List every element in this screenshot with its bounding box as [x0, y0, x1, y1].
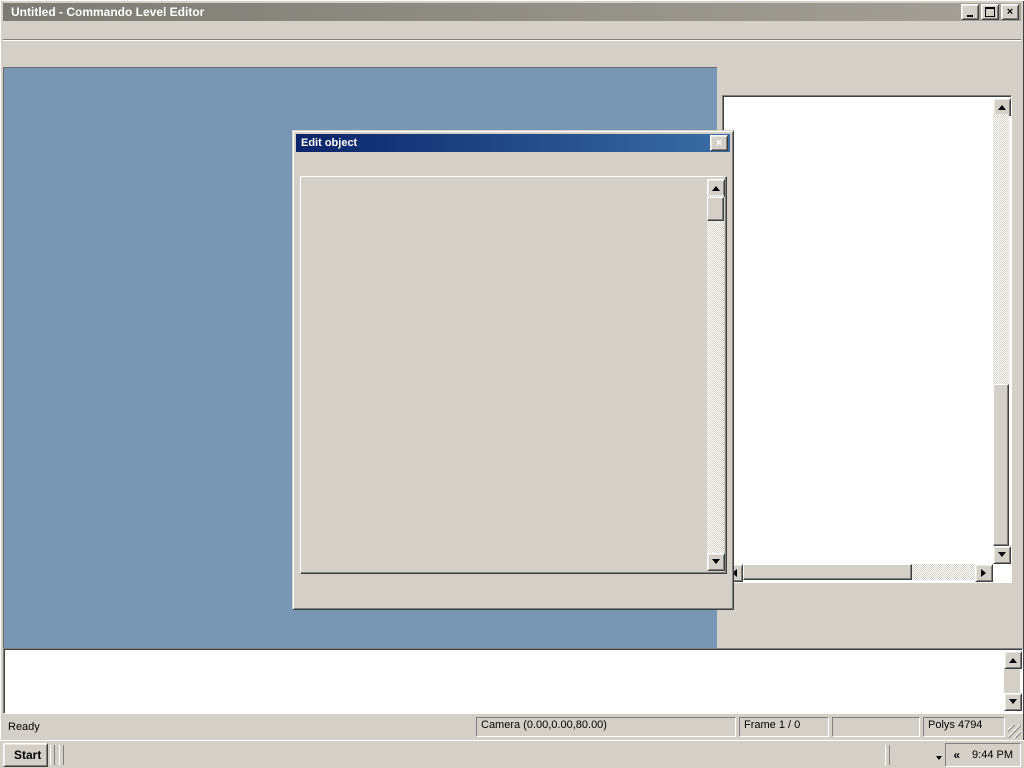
minimize-button[interactable] [961, 4, 979, 20]
taskbar-separator [885, 745, 890, 765]
edit-object-dialog: Edit object × [292, 130, 734, 610]
tray-chevron-icon[interactable]: « [953, 748, 960, 762]
log-scroll-up-icon[interactable] [1004, 651, 1022, 669]
log-vertical-scrollbar[interactable] [1004, 651, 1020, 711]
tree-hscroll-thumb[interactable] [743, 564, 912, 580]
main-toolbar [3, 42, 1021, 66]
toolbar-divider [3, 39, 1021, 41]
window-title: Untitled - Commando Level Editor [11, 5, 959, 19]
dialog-close-button[interactable]: × [710, 135, 728, 151]
tree-vertical-scrollbar[interactable] [993, 98, 1009, 564]
presets-tree [722, 95, 1012, 583]
status-frame: Frame 1 / 0 [739, 717, 829, 737]
preset-actions-bar [722, 591, 1020, 645]
resize-grip[interactable] [1008, 725, 1021, 738]
form-scroll-down-icon[interactable] [707, 553, 725, 571]
tree-horizontal-scrollbar[interactable] [725, 564, 993, 580]
dialog-title-bar: Edit object × [296, 134, 730, 152]
close-button[interactable]: × [1001, 4, 1019, 20]
maximize-button[interactable] [981, 4, 999, 20]
clock[interactable]: 9:44 PM [972, 749, 1013, 761]
output-log [3, 648, 1023, 714]
start-label: Start [14, 748, 41, 762]
log-scroll-down-icon[interactable] [1004, 693, 1022, 711]
status-camera: Camera (0.00,0.00,80.00) [476, 717, 736, 737]
status-bar: Ready Camera (0.00,0.00,80.00) Frame 1 /… [3, 716, 1021, 738]
status-polys: Polys 4794 [923, 717, 1005, 737]
title-bar: Untitled - Commando Level Editor × [3, 3, 1021, 21]
desktop-band-icon[interactable] [914, 744, 936, 766]
menu-bar [3, 22, 1021, 38]
start-button[interactable]: Start [3, 743, 48, 767]
settings-form [303, 179, 706, 571]
app-window: Untitled - Commando Level Editor × [0, 0, 1024, 768]
taskbar-separator [50, 745, 55, 765]
form-vertical-scrollbar[interactable] [707, 179, 724, 571]
presets-panel [716, 67, 1022, 648]
tree-rows [726, 99, 992, 563]
taskbar: Start « 9:44 PM [0, 740, 1024, 768]
settings-tab-page [300, 176, 727, 574]
help-tip-icon[interactable] [892, 744, 914, 766]
system-tray: « 9:44 PM [945, 743, 1021, 767]
scroll-down-arrow-icon[interactable] [993, 546, 1011, 564]
taskbar-separator [59, 745, 64, 765]
panel-tabs [718, 70, 1020, 92]
band-dropdown-icon[interactable] [936, 756, 942, 763]
form-vscroll-thumb[interactable] [707, 197, 724, 221]
tree-vscroll-thumb[interactable] [993, 384, 1009, 546]
status-ready: Ready [3, 721, 473, 733]
status-empty-panel [832, 717, 920, 737]
dialog-title: Edit object [301, 137, 357, 149]
scroll-right-arrow-icon[interactable] [975, 564, 993, 582]
